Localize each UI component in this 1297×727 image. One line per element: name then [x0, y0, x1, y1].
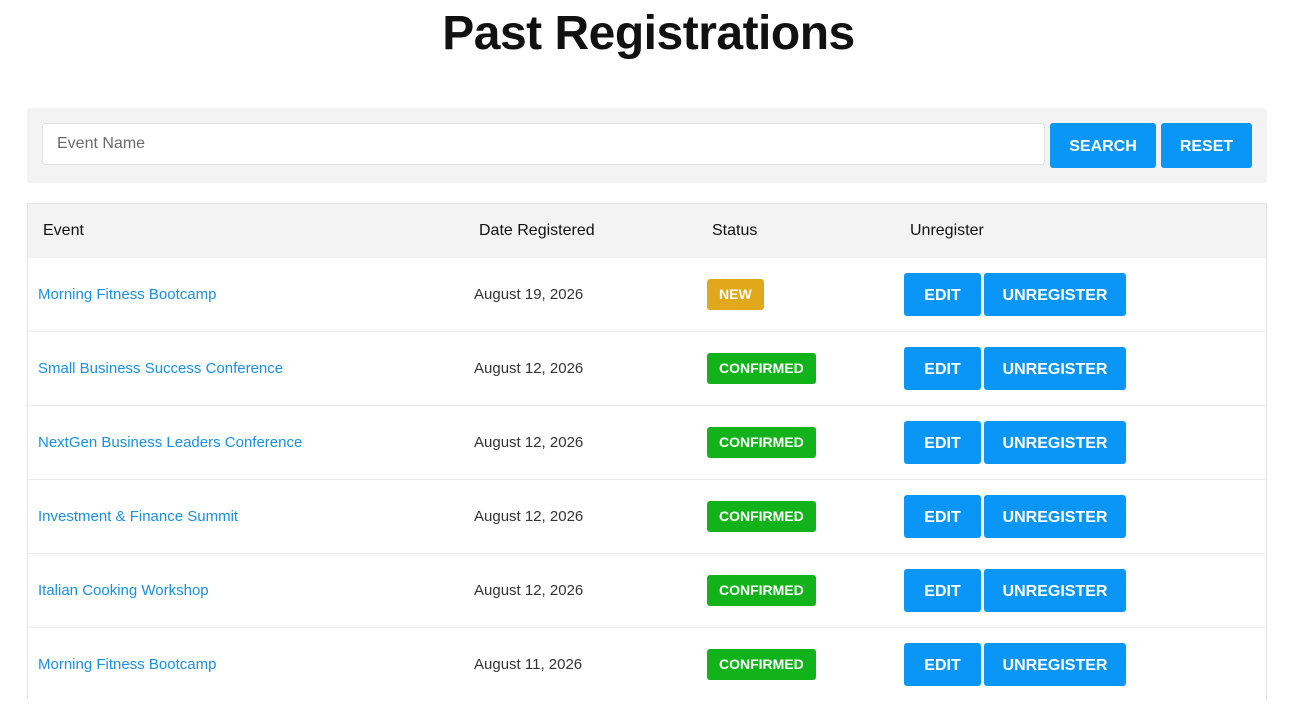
event-link[interactable]: NextGen Business Leaders Conference [38, 406, 302, 479]
table-row: Morning Fitness Bootcamp August 11, 2026… [28, 628, 1266, 699]
event-name-search-input[interactable] [42, 123, 1045, 165]
column-header-unregister: Unregister [910, 222, 984, 239]
date-registered: August 12, 2026 [474, 582, 584, 599]
table-row: Italian Cooking Workshop August 12, 2026… [28, 554, 1266, 628]
unregister-button[interactable]: UNREGISTER [984, 643, 1126, 686]
event-link[interactable]: Investment & Finance Summit [38, 480, 238, 553]
edit-button[interactable]: EDIT [904, 421, 981, 464]
registrations-table: Event Date Registered Status Unregister … [27, 203, 1267, 699]
date-registered: August 11, 2026 [474, 656, 583, 673]
table-row: Morning Fitness Bootcamp August 19, 2026… [28, 258, 1266, 332]
date-registered: August 12, 2026 [474, 434, 584, 451]
event-link[interactable]: Small Business Success Conference [38, 332, 283, 405]
status-badge: CONFIRMED [707, 649, 816, 680]
page-title: Past Registrations [442, 7, 855, 60]
event-link[interactable]: Morning Fitness Bootcamp [38, 258, 216, 331]
edit-button[interactable]: EDIT [904, 643, 981, 686]
table-row: Investment & Finance Summit August 12, 2… [28, 480, 1266, 554]
unregister-button[interactable]: UNREGISTER [984, 347, 1126, 390]
status-badge: CONFIRMED [707, 353, 816, 384]
edit-button[interactable]: EDIT [904, 347, 981, 390]
unregister-button[interactable]: UNREGISTER [984, 569, 1126, 612]
table-row: NextGen Business Leaders Conference Augu… [28, 406, 1266, 480]
reset-button[interactable]: RESET [1161, 123, 1252, 168]
status-badge: CONFIRMED [707, 575, 816, 606]
date-registered: August 19, 2026 [474, 286, 584, 303]
status-badge: NEW [707, 279, 764, 310]
edit-button[interactable]: EDIT [904, 569, 981, 612]
date-registered: August 12, 2026 [474, 508, 584, 525]
search-bar: SEARCH RESET [27, 108, 1267, 183]
column-header-event: Event [43, 222, 84, 239]
unregister-button[interactable]: UNREGISTER [984, 273, 1126, 316]
search-button[interactable]: SEARCH [1050, 123, 1156, 168]
unregister-button[interactable]: UNREGISTER [984, 495, 1126, 538]
status-badge: CONFIRMED [707, 427, 816, 458]
event-link[interactable]: Morning Fitness Bootcamp [38, 628, 216, 699]
status-badge: CONFIRMED [707, 501, 816, 532]
table-header: Event Date Registered Status Unregister [28, 204, 1266, 258]
column-header-status: Status [712, 222, 758, 239]
edit-button[interactable]: EDIT [904, 273, 981, 316]
edit-button[interactable]: EDIT [904, 495, 981, 538]
event-link[interactable]: Italian Cooking Workshop [38, 554, 209, 627]
date-registered: August 12, 2026 [474, 360, 584, 377]
unregister-button[interactable]: UNREGISTER [984, 421, 1126, 464]
column-header-date-registered: Date Registered [479, 222, 595, 239]
table-row: Small Business Success Conference August… [28, 332, 1266, 406]
